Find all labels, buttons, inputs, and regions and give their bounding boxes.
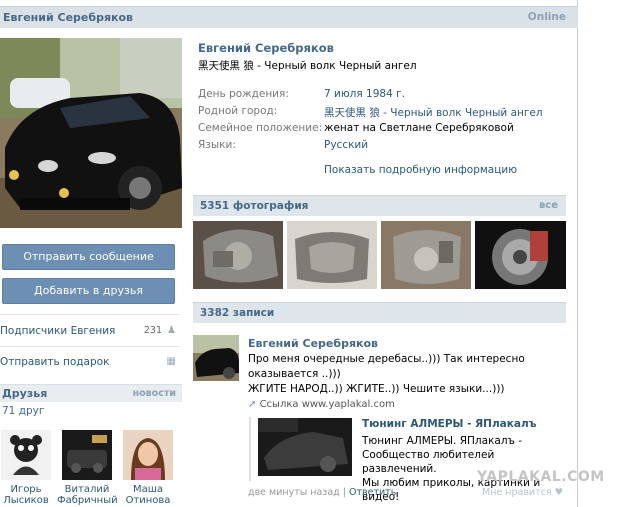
repost-image[interactable]	[258, 418, 352, 476]
info-label: Родной город:	[198, 105, 278, 117]
friend-last-name: Отинова	[125, 495, 171, 506]
friend-first-name: Маша	[132, 484, 164, 495]
reply-link[interactable]: Ответить	[349, 487, 396, 498]
heart-icon: ♥	[554, 487, 564, 498]
show-more-info-link[interactable]: Показать подробную информацию	[324, 164, 517, 176]
page-title: Евгений Серебряков	[198, 41, 334, 55]
repost-bar	[249, 417, 251, 481]
friend-avatar[interactable]	[1, 430, 51, 480]
post-text: Про меня очередные деребасы..))) Так инт…	[248, 352, 568, 397]
friend-avatar[interactable]	[123, 430, 173, 480]
post-link[interactable]: ➚ Ссылка www.yaplakal.com	[248, 399, 395, 410]
profile-status: 黑天使黒 狼 - Черный волк Черный ангел	[198, 60, 417, 72]
divider	[0, 314, 180, 315]
link-icon: ➚	[248, 399, 257, 410]
photo-thumbnail[interactable]	[287, 221, 377, 289]
post-text-line: оказывается ..)))	[248, 368, 341, 380]
friends-news-link[interactable]: новости	[133, 388, 176, 399]
followers-count: 231	[143, 325, 162, 336]
friends-title[interactable]: Друзья	[2, 387, 47, 400]
friend-first-name: Виталий	[64, 484, 110, 495]
info-label: День рождения:	[198, 88, 289, 100]
friend-avatar[interactable]	[62, 430, 112, 480]
profile-header: Евгений Серебряков Online	[0, 6, 578, 28]
info-value[interactable]: 黑天使黒 狼 - Черный волк Черный ангел	[324, 105, 543, 120]
friend-first-name: Игорь	[10, 484, 42, 495]
friends-header: Друзья новости	[0, 384, 182, 402]
send-message-button[interactable]: Отправить сообщение	[2, 244, 175, 270]
photos-header: 5351 фотография все	[193, 195, 566, 216]
header-name[interactable]: Евгений Серебряков	[3, 11, 133, 24]
post-text-line: Про меня очередные деребасы..))) Так инт…	[248, 353, 525, 365]
send-gift-label: Отправить подарок	[0, 356, 110, 368]
friend-last-name: Лысиков	[3, 495, 49, 506]
photo-thumbnail[interactable]	[381, 221, 471, 289]
info-label: Семейное положение:	[198, 122, 323, 134]
send-gift-row[interactable]: Отправить подарок ▦	[0, 351, 180, 373]
photos-all-link[interactable]: все	[539, 200, 558, 211]
info-label: Языки:	[198, 139, 236, 151]
photos-title[interactable]: 5351 фотография	[200, 200, 308, 212]
post-author-name[interactable]: Евгений Серебряков	[248, 337, 378, 350]
friends-count[interactable]: 71 друг	[2, 405, 44, 417]
wall-header: 3382 записи	[193, 302, 566, 323]
post-author-avatar[interactable]	[193, 335, 239, 381]
info-value[interactable]: женат на Светлане Серебряковой	[324, 122, 514, 134]
repost-title[interactable]: Тюнинг АЛМЕРЫ - ЯПлакалъ	[362, 418, 537, 430]
add-friend-button[interactable]: Добавить в друзья	[2, 278, 175, 304]
wall-title[interactable]: 3382 записи	[200, 307, 274, 319]
post-time[interactable]: две минуты назад	[248, 487, 340, 498]
people-icon: ♟	[167, 325, 176, 336]
followers-label: Подписчики Евгения	[0, 325, 116, 337]
like-label: Мне нравится	[482, 487, 552, 498]
watermark-text: YAPLAKAL.COM	[477, 469, 605, 485]
friend-card[interactable]: Виталий Фабричный	[57, 430, 118, 506]
post-text-line: ЖГИТЕ НАРОД..)) ЖГИТЕ..)) Чешите языки..…	[248, 383, 505, 395]
like-button[interactable]: Мне нравится ♥	[482, 487, 563, 498]
repost-text-line: Тюнинг АЛМЕРЫ. ЯПлакалъ -	[362, 435, 523, 447]
friend-card[interactable]: Игорь Лысиков	[0, 430, 56, 506]
friend-card[interactable]: Маша Отинова	[118, 430, 178, 506]
info-value[interactable]: Русский	[324, 139, 368, 151]
gift-icon: ▦	[166, 356, 176, 367]
online-status: Online	[527, 11, 566, 23]
post-link-label[interactable]: Ссылка www.yaplakal.com	[260, 399, 395, 410]
divider	[0, 346, 180, 347]
friend-last-name: Фабричный	[57, 495, 118, 506]
post-footer: две минуты назад | Ответить	[248, 487, 396, 498]
profile-avatar[interactable]	[0, 38, 182, 228]
photo-thumbnail[interactable]	[475, 221, 566, 289]
profile-page: Евгений Серебряков Online Отправить сооб…	[0, 0, 578, 507]
footer-separator: |	[342, 487, 346, 498]
info-value[interactable]: 7 июля 1984 г.	[324, 88, 405, 100]
photo-thumbnail[interactable]	[193, 221, 283, 289]
followers-row[interactable]: Подписчики Евгения 231 ♟	[0, 320, 180, 342]
